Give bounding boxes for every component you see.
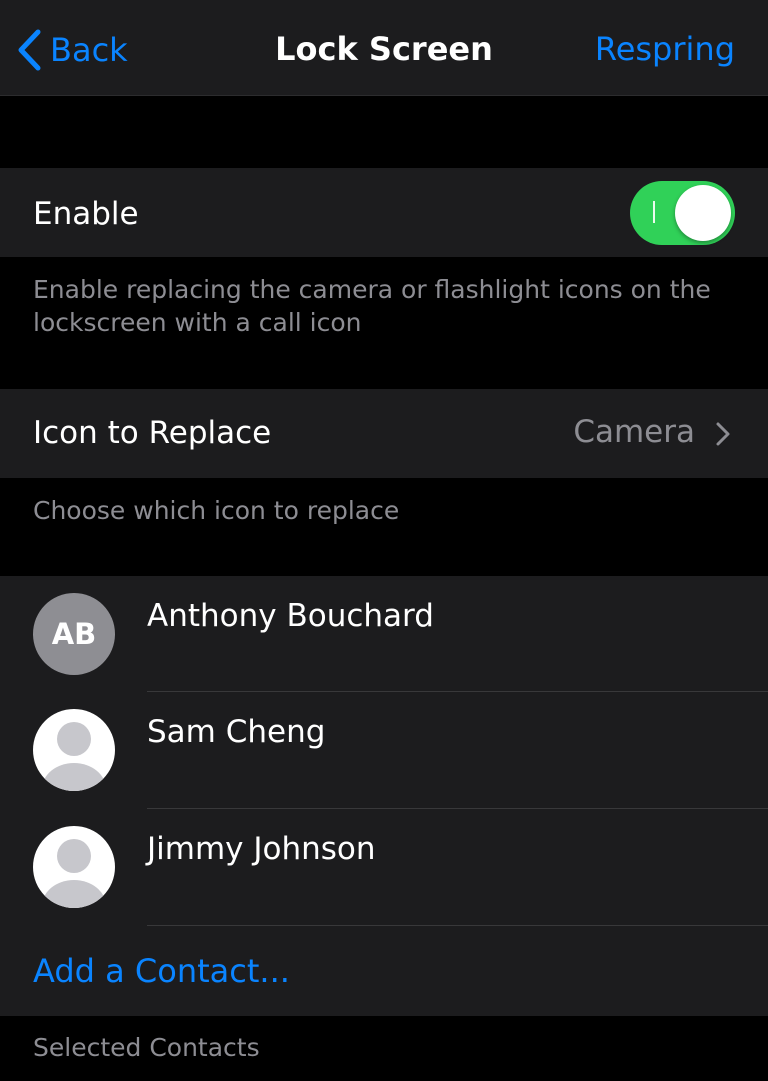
- chevron-right-icon: [716, 422, 730, 446]
- avatar-initials: AB: [33, 593, 115, 675]
- enable-label: Enable: [33, 196, 139, 232]
- back-button[interactable]: Back: [14, 26, 128, 74]
- contact-name: Sam Cheng: [147, 714, 326, 750]
- contacts-footer: Selected Contacts: [33, 1033, 260, 1062]
- person-placeholder-icon: [33, 709, 115, 791]
- contact-row[interactable]: AB Anthony Bouchard: [0, 576, 768, 692]
- contact-row[interactable]: Jimmy Johnson: [0, 809, 768, 925]
- icon-to-replace-footer: Choose which icon to replace: [33, 496, 400, 525]
- contact-name: Anthony Bouchard: [147, 598, 434, 634]
- back-button-label: Back: [50, 31, 128, 69]
- enable-toggle[interactable]: [630, 181, 735, 245]
- divider: [147, 925, 768, 926]
- contact-name: Jimmy Johnson: [147, 831, 376, 867]
- respring-button[interactable]: Respring: [595, 30, 735, 68]
- chevron-left-icon: [18, 29, 41, 71]
- icon-to-replace-value: Camera: [573, 414, 695, 450]
- person-placeholder-icon: [33, 826, 115, 908]
- add-contact-button[interactable]: Add a Contact...: [33, 952, 290, 990]
- contact-row[interactable]: Sam Cheng: [0, 692, 768, 808]
- enable-footer: Enable replacing the camera or flashligh…: [33, 275, 711, 337]
- toggle-knob: [675, 185, 731, 241]
- toggle-on-mark: [653, 201, 655, 223]
- navigation-bar: Back Lock Screen Respring: [0, 0, 768, 96]
- icon-to-replace-label: Icon to Replace: [33, 415, 272, 451]
